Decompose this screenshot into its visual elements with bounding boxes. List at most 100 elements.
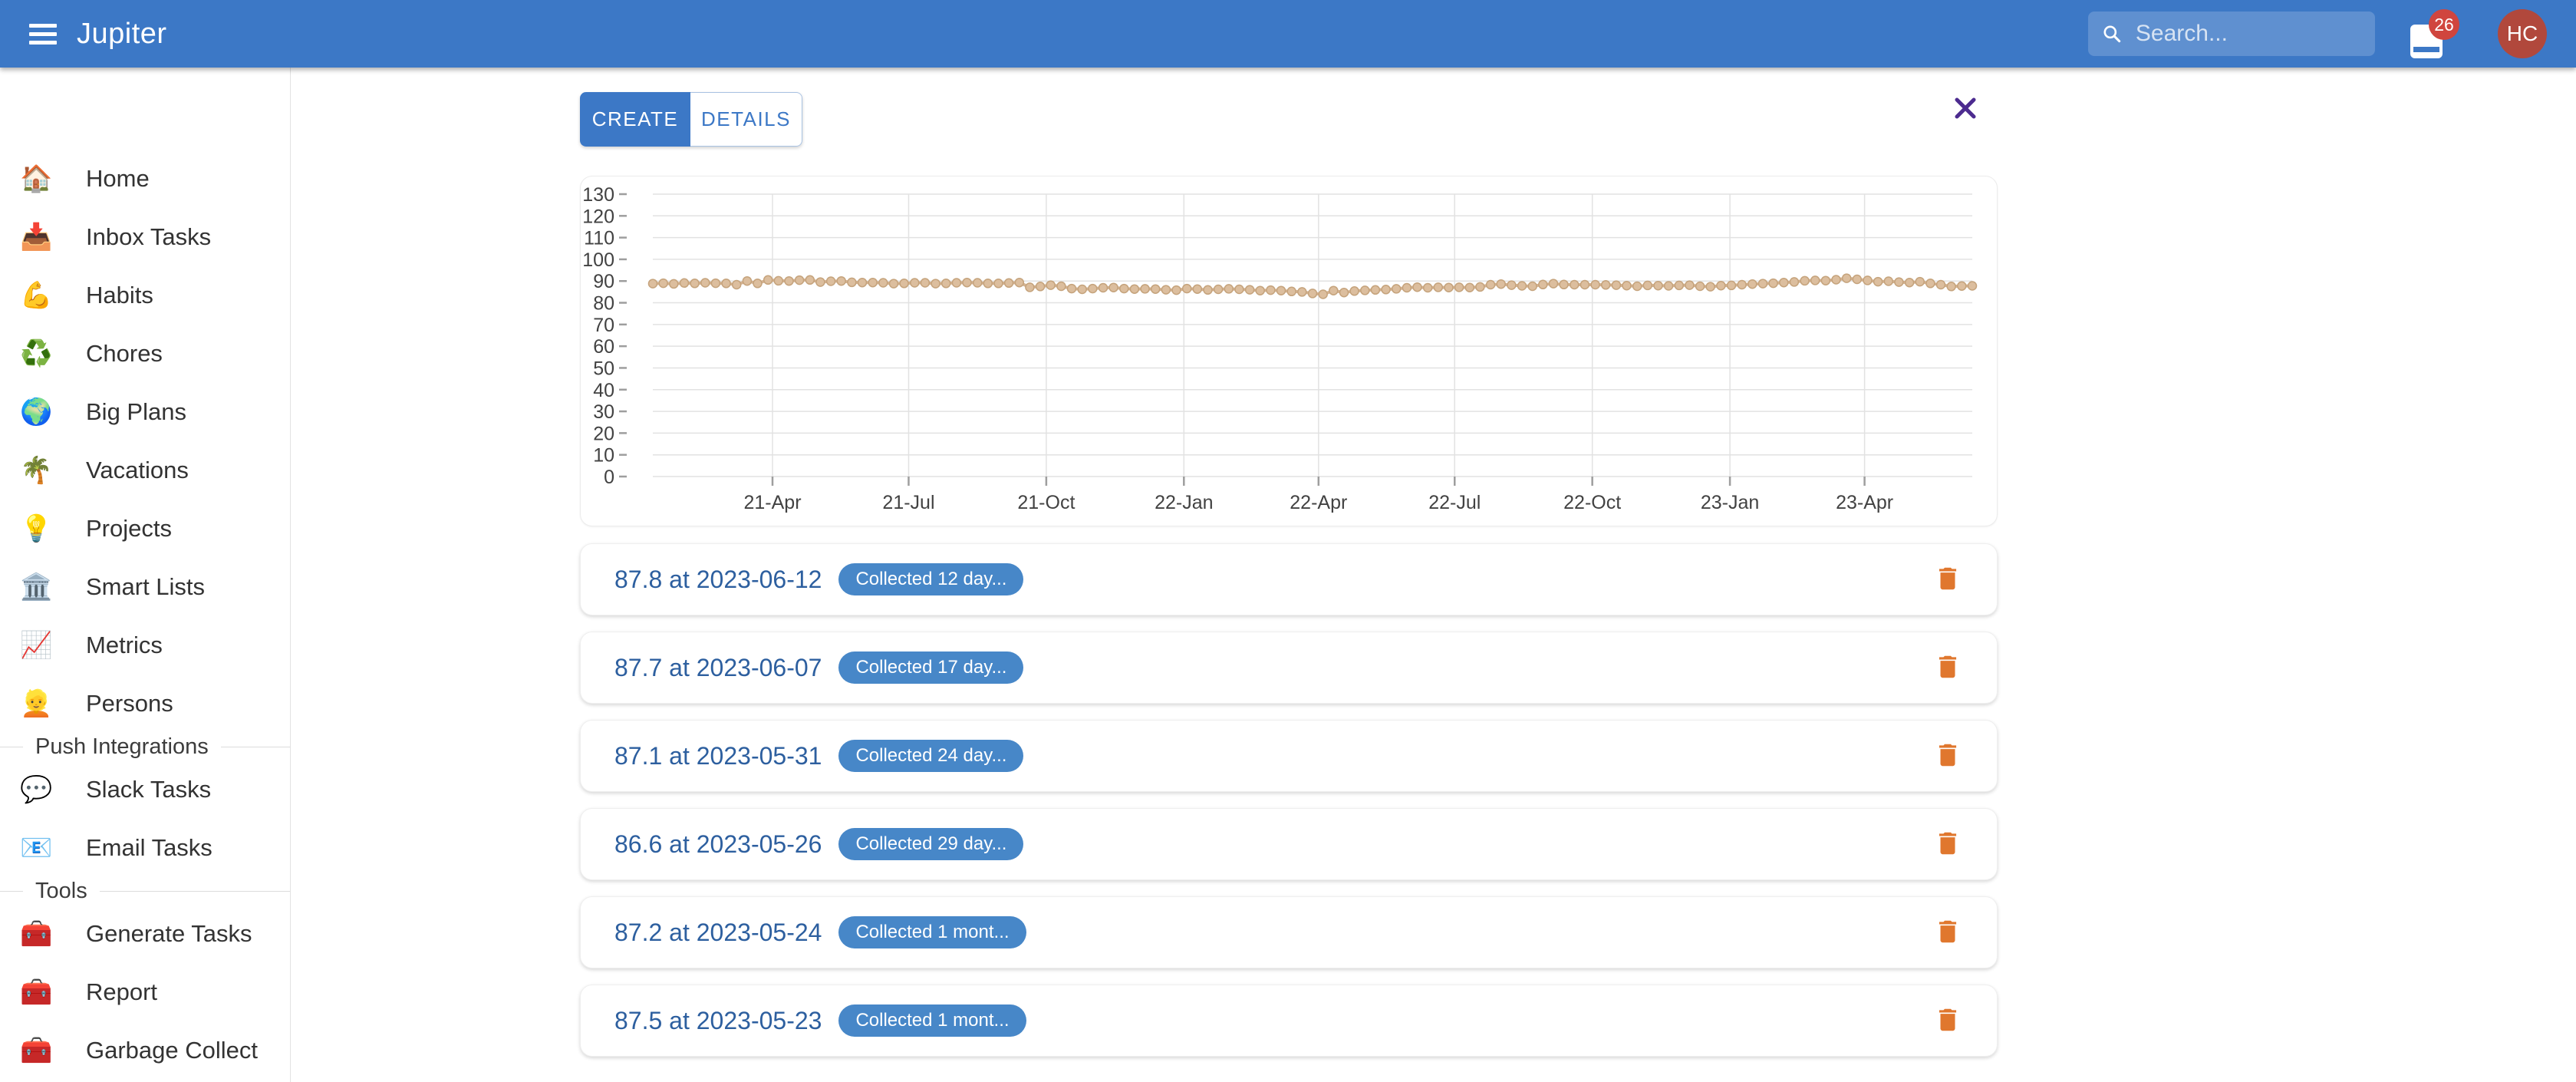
details-button[interactable]: DETAILS — [690, 92, 802, 147]
view-toggle-group: CREATE DETAILS — [580, 92, 802, 147]
trash-icon — [1933, 915, 1962, 948]
sidebar-item-label: Vacations — [86, 457, 189, 484]
search-input[interactable] — [2134, 20, 2361, 48]
svg-text:40: 40 — [593, 380, 614, 401]
speech-balloon-icon: 💬 — [20, 774, 86, 805]
svg-text:22-Jan: 22-Jan — [1155, 492, 1213, 513]
collection-period-badge: Collected 24 day... — [838, 740, 1023, 772]
delete-entry-button[interactable] — [1932, 651, 1963, 684]
svg-text:21-Apr: 21-Apr — [743, 492, 801, 513]
collection-period-badge: Collected 1 mont... — [838, 916, 1026, 948]
svg-text:50: 50 — [593, 358, 614, 379]
collection-period-badge: Collected 29 day... — [838, 828, 1023, 860]
app-title: Jupiter — [77, 18, 167, 51]
svg-text:90: 90 — [593, 271, 614, 292]
delete-entry-button[interactable] — [1932, 739, 1963, 773]
sidebar-item-habits[interactable]: 💪Habits — [0, 266, 290, 325]
metric-chart: 010203040506070809010011012013021-Apr21-… — [581, 176, 1997, 526]
trash-icon — [1933, 651, 1962, 683]
person-icon: 👱 — [20, 688, 86, 719]
sidebar-item-label: Metrics — [86, 632, 163, 659]
sidebar-item-chores[interactable]: ♻️Chores — [0, 325, 290, 383]
svg-text:70: 70 — [593, 315, 614, 336]
sidebar-item-label: Big Plans — [86, 398, 186, 426]
svg-text:23-Jan: 23-Jan — [1701, 492, 1759, 513]
sidebar-item-generate-tasks[interactable]: 🧰Generate Tasks — [0, 905, 290, 963]
sidebar: 🏠Home📥Inbox Tasks💪Habits♻️Chores🌍Big Pla… — [0, 68, 291, 1082]
sidebar-item-label: Home — [86, 165, 150, 193]
svg-text:100: 100 — [582, 249, 614, 271]
svg-text:110: 110 — [584, 228, 614, 249]
close-icon — [1952, 95, 1978, 121]
sidebar-item-email-tasks[interactable]: 📧Email Tasks — [0, 819, 290, 877]
sidebar-item-garbage-collect[interactable]: 🧰Garbage Collect — [0, 1021, 290, 1080]
delete-entry-button[interactable] — [1932, 915, 1963, 949]
bank-icon: 🏛️ — [20, 572, 86, 602]
email-icon: 📧 — [20, 833, 86, 863]
avatar[interactable]: HC — [2498, 9, 2547, 58]
sidebar-item-label: Email Tasks — [86, 834, 212, 862]
search-icon — [2102, 22, 2122, 45]
svg-text:22-Jul: 22-Jul — [1428, 492, 1481, 513]
close-button[interactable] — [1952, 95, 1978, 121]
svg-text:20: 20 — [593, 423, 614, 444]
sidebar-item-label: Garbage Collect — [86, 1037, 258, 1064]
metric-entry-row: 87.8 at 2023-06-12Collected 12 day... — [580, 543, 1998, 615]
sidebar-item-home[interactable]: 🏠Home — [0, 150, 290, 208]
sidebar-item-persons[interactable]: 👱Persons — [0, 675, 290, 733]
trash-icon — [1933, 562, 1962, 595]
trash-icon — [1933, 827, 1962, 859]
svg-text:22-Oct: 22-Oct — [1563, 492, 1621, 513]
svg-text:22-Apr: 22-Apr — [1290, 492, 1347, 513]
chart-up-icon: 📈 — [20, 630, 86, 661]
home-icon: 🏠 — [20, 163, 86, 194]
search-box[interactable] — [2088, 12, 2375, 56]
entry-value-text[interactable]: 87.7 at 2023-06-07 — [614, 654, 822, 682]
svg-text:60: 60 — [593, 336, 614, 358]
sidebar-item-slack-tasks[interactable]: 💬Slack Tasks — [0, 760, 290, 819]
svg-text:130: 130 — [582, 184, 614, 206]
sidebar-item-label: Projects — [86, 515, 172, 543]
sidebar-item-inbox-tasks[interactable]: 📥Inbox Tasks — [0, 208, 290, 266]
sidebar-item-report[interactable]: 🧰Report — [0, 963, 290, 1021]
metric-entry-row: 87.1 at 2023-05-31 Collected 24 day... — [580, 720, 1998, 792]
metric-entry-row: 86.6 at 2023-05-26 Collected 29 day... — [580, 808, 1998, 880]
sidebar-item-vacations[interactable]: 🌴Vacations — [0, 441, 290, 500]
sidebar-item-label: Habits — [86, 282, 153, 309]
entry-value-text[interactable]: 87.2 at 2023-05-24 — [614, 919, 822, 947]
metric-entry-row: 87.5 at 2023-05-23 Collected 1 mont... — [580, 985, 1998, 1057]
metric-history-chart-panel: 010203040506070809010011012013021-Apr21-… — [580, 176, 1998, 526]
entry-value-text[interactable]: 87.5 at 2023-05-23 — [614, 1007, 822, 1035]
delete-entry-button[interactable] — [1932, 562, 1963, 596]
lightbulb-icon: 💡 — [20, 513, 86, 544]
trash-icon — [1933, 1004, 1962, 1036]
delete-entry-button[interactable] — [1932, 1004, 1963, 1037]
sidebar-section-label: Tools — [35, 879, 87, 904]
sidebar-item-projects[interactable]: 💡Projects — [0, 500, 290, 558]
collection-period-badge: Collected 1 mont... — [838, 1004, 1026, 1037]
sidebar-item-label: Report — [86, 978, 157, 1006]
inbox-icon: 📥 — [20, 222, 86, 252]
sidebar-item-label: Generate Tasks — [86, 920, 252, 948]
sidebar-item-smart-lists[interactable]: 🏛️Smart Lists — [0, 558, 290, 616]
hamburger-menu-icon[interactable] — [29, 24, 57, 45]
entry-value-text[interactable]: 86.6 at 2023-05-26 — [614, 830, 822, 859]
svg-text:80: 80 — [593, 293, 614, 315]
delete-entry-button[interactable] — [1932, 827, 1963, 861]
sidebar-item-big-plans[interactable]: 🌍Big Plans — [0, 383, 290, 441]
sidebar-item-metrics[interactable]: 📈Metrics — [0, 616, 290, 675]
entry-value-text[interactable]: 87.8 at 2023-06-12 — [614, 566, 822, 594]
app-header: Jupiter 26 HC — [0, 0, 2576, 68]
sidebar-item-label: Persons — [86, 690, 173, 717]
inbox-document-button[interactable]: 26 — [2410, 0, 2475, 68]
collection-period-badge: Collected 17 day... — [838, 652, 1023, 684]
palm-tree-icon: 🌴 — [20, 455, 86, 486]
entry-value-text[interactable]: 87.1 at 2023-05-31 — [614, 742, 822, 770]
muscle-icon: 💪 — [20, 280, 86, 311]
sidebar-item-label: Chores — [86, 340, 163, 368]
svg-text:21-Jul: 21-Jul — [882, 492, 934, 513]
sidebar-section-header: Tools — [0, 877, 290, 905]
create-button[interactable]: CREATE — [580, 92, 690, 147]
globe-icon: 🌍 — [20, 397, 86, 427]
sidebar-item-label: Inbox Tasks — [86, 223, 211, 251]
